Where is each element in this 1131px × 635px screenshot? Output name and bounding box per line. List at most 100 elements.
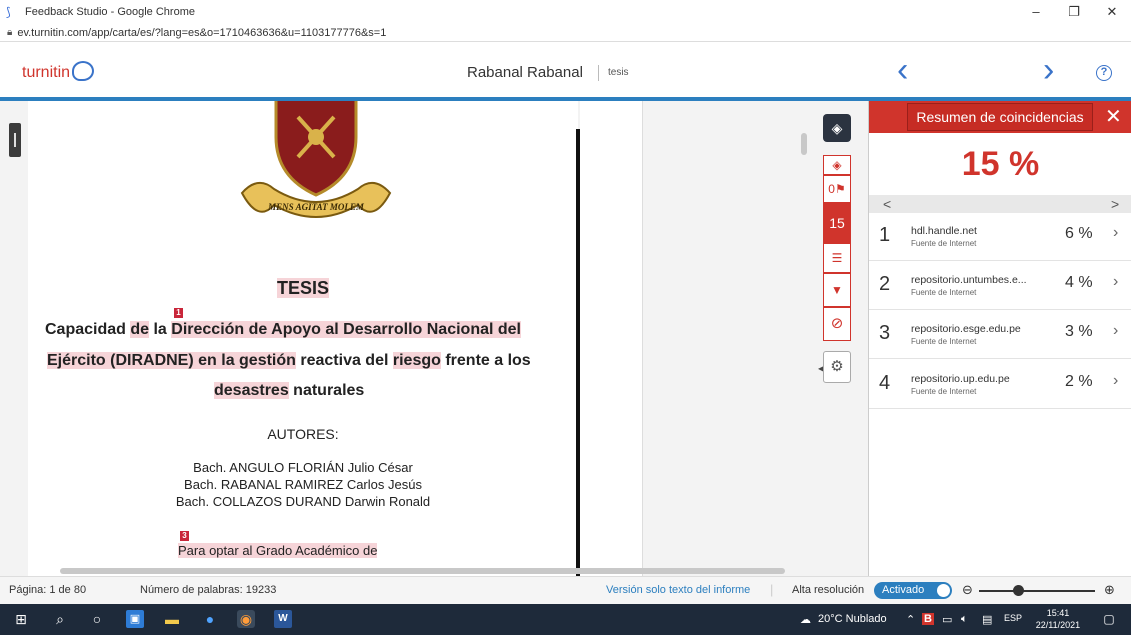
file-explorer-icon[interactable]: ▬ <box>163 610 181 628</box>
title-line-2: Ejército (DIRADNE) en la gestión reactiv… <box>47 352 531 370</box>
match-item[interactable]: 2 repositorio.untumbes.e... Fuente de In… <box>869 264 1131 310</box>
highlighted-match-text[interactable]: Dirección de Apoyo al Desarrollo Naciona… <box>171 321 521 338</box>
authors-list: Bach. ANGULO FLORIÁN Julio César Bach. R… <box>28 459 578 510</box>
window-title: Feedback Studio - Google Chrome <box>25 6 195 18</box>
restore-icon[interactable]: ❐ <box>1055 0 1093 24</box>
match-source-type: Fuente de Internet <box>911 239 977 248</box>
match-number: 3 <box>879 322 891 344</box>
settings-gear-icon[interactable]: ⚙ <box>823 351 851 383</box>
flag-count: 0 <box>828 182 835 196</box>
high-resolution-toggle[interactable]: Activado <box>874 582 952 599</box>
word-count: Número de palabras: 19233 <box>140 584 277 596</box>
pager-prev-icon[interactable]: < <box>883 195 891 213</box>
match-source-type: Fuente de Internet <box>911 337 977 346</box>
clock-date: 22/11/2021 <box>1035 620 1081 630</box>
flags-button[interactable]: 0⚑ <box>823 175 851 203</box>
document-page: MENS AGITAT MOLEM TESIS 1 Capacidad de l… <box>28 101 578 576</box>
cloud-icon: ☁ <box>800 614 811 626</box>
match-item[interactable]: 3 repositorio.esge.edu.pe Fuente de Inte… <box>869 313 1131 359</box>
document-viewer[interactable]: MENS AGITAT MOLEM TESIS 1 Capacidad de l… <box>0 101 868 576</box>
chevron-right-icon[interactable]: › <box>1113 322 1118 340</box>
match-marker-3[interactable]: 3 <box>180 531 189 541</box>
zoom-slider-handle[interactable] <box>1013 585 1024 596</box>
highlighted-match-text[interactable]: Ejército (DIRADNE) en la gestión <box>47 352 296 369</box>
match-pager: < > <box>869 195 1131 213</box>
heading-text: TESIS <box>276 278 329 298</box>
vertical-scrollbar[interactable] <box>801 133 807 155</box>
highlighted-match-text[interactable]: riesgo <box>392 352 441 369</box>
title-line-1: Capacidad de la Dirección de Apoyo al De… <box>45 321 521 339</box>
network-icon[interactable]: ▤ <box>982 613 992 626</box>
match-percentage: 6 % <box>1065 225 1093 242</box>
document-heading: TESIS <box>28 278 578 299</box>
document-title: tesis <box>608 67 629 78</box>
layers-small-icon[interactable]: ◈ <box>823 155 851 175</box>
store-icon[interactable]: ▣ <box>126 610 144 628</box>
weather-text[interactable]: 20°C Nublado <box>818 613 887 625</box>
address-url[interactable]: ev.turnitin.com/app/carta/es/?lang=es&o=… <box>17 27 386 39</box>
chrome-icon[interactable]: ◉ <box>237 610 255 628</box>
filter-icon[interactable]: ▼ <box>823 273 851 307</box>
panel-title: Resumen de coincidencias <box>907 103 1093 131</box>
match-source: hdl.handle.net <box>911 225 977 237</box>
previous-paper-button[interactable]: ‹ <box>897 53 908 87</box>
zoom-slider[interactable] <box>979 590 1095 592</box>
text-only-report-link[interactable]: Versión solo texto del informe <box>606 584 750 596</box>
high-resolution-label: Alta resolución <box>792 584 865 596</box>
app-icon[interactable]: ● <box>201 610 219 628</box>
title-text: reactiva del <box>295 352 393 369</box>
match-marker-1[interactable]: 1 <box>174 308 183 318</box>
app-header: turnitin Rabanal Rabanal tesis ‹ › ? <box>0 43 1131 97</box>
title-text: naturales <box>288 382 365 399</box>
degree-text: Para optar al Grado Académico de <box>178 543 378 558</box>
close-window-icon[interactable]: ✕ <box>1093 0 1131 24</box>
flag-icon: ⚑ <box>834 182 846 196</box>
turnitin-logo[interactable]: turnitin <box>22 61 95 82</box>
tray-app-icon[interactable]: B <box>922 613 934 625</box>
match-source: repositorio.up.edu.pe <box>911 373 1010 385</box>
author-name: Bach. ANGULO FLORIÁN Julio César <box>193 460 413 475</box>
logo-mark-icon <box>72 61 95 81</box>
volume-icon[interactable]: 🔈︎ <box>961 613 968 626</box>
match-item[interactable]: 4 repositorio.up.edu.pe Fuente de Intern… <box>869 363 1131 409</box>
page-indicator: Página: 1 de 80 <box>9 584 87 596</box>
similarity-percentage: 15 % <box>961 145 1040 183</box>
search-icon[interactable]: ⌕ <box>51 610 69 628</box>
address-bar[interactable]: 🔒︎ ev.turnitin.com/app/carta/es/?lang=es… <box>0 24 1131 42</box>
language-indicator[interactable]: ESP <box>1004 613 1022 623</box>
next-paper-button[interactable]: › <box>1043 53 1054 87</box>
chevron-right-icon[interactable]: › <box>1113 372 1118 390</box>
pager-next-icon[interactable]: > <box>1111 195 1119 213</box>
side-panel-handle[interactable] <box>9 123 21 157</box>
battery-icon[interactable]: ▭ <box>942 613 952 626</box>
status-separator: | <box>770 582 774 597</box>
viewer-divider <box>642 101 643 576</box>
highlighted-match-text[interactable]: desastres <box>214 382 289 399</box>
cortana-icon[interactable]: ○ <box>88 610 106 628</box>
minimize-icon[interactable]: – <box>1017 0 1055 24</box>
exclusions-icon[interactable]: ⊘ <box>823 307 851 341</box>
match-item[interactable]: 1 hdl.handle.net Fuente de Internet 6 % … <box>869 215 1131 261</box>
page-margin <box>580 101 642 576</box>
chevron-right-icon[interactable]: › <box>1113 273 1118 291</box>
notifications-icon[interactable]: ▢ <box>1100 610 1118 628</box>
chevron-right-icon[interactable]: › <box>1113 224 1118 242</box>
highlighted-match-text[interactable]: de <box>130 321 150 338</box>
title-text: frente a los <box>440 352 531 369</box>
lock-icon: 🔒︎ <box>7 27 13 38</box>
close-panel-icon[interactable]: ✕ <box>1105 104 1122 130</box>
zoom-out-icon[interactable]: ⊖ <box>962 582 973 598</box>
match-source: repositorio.untumbes.e... <box>911 274 1027 286</box>
layers-button[interactable]: ◈ <box>823 114 851 142</box>
clock[interactable]: 15:41 22/11/2021 <box>1033 607 1083 631</box>
tray-up-icon[interactable]: ⌃ <box>906 613 915 626</box>
word-icon[interactable]: W <box>274 610 292 628</box>
help-icon[interactable]: ? <box>1096 65 1112 81</box>
windows-taskbar: ⊞ ⌕ ○ ▣ ▬ ● ◉ W ☁ 20°C Nublado ⌃ B ▭ 🔈︎ … <box>0 604 1131 635</box>
university-crest-icon: MENS AGITAT MOLEM <box>240 101 392 218</box>
zoom-in-icon[interactable]: ⊕ <box>1104 582 1115 598</box>
horizontal-scrollbar[interactable] <box>60 568 785 574</box>
windows-start-icon[interactable]: ⊞ <box>12 610 30 628</box>
sort-icon[interactable]: ☰ <box>823 243 851 273</box>
similarity-button[interactable]: 15 <box>823 203 851 243</box>
